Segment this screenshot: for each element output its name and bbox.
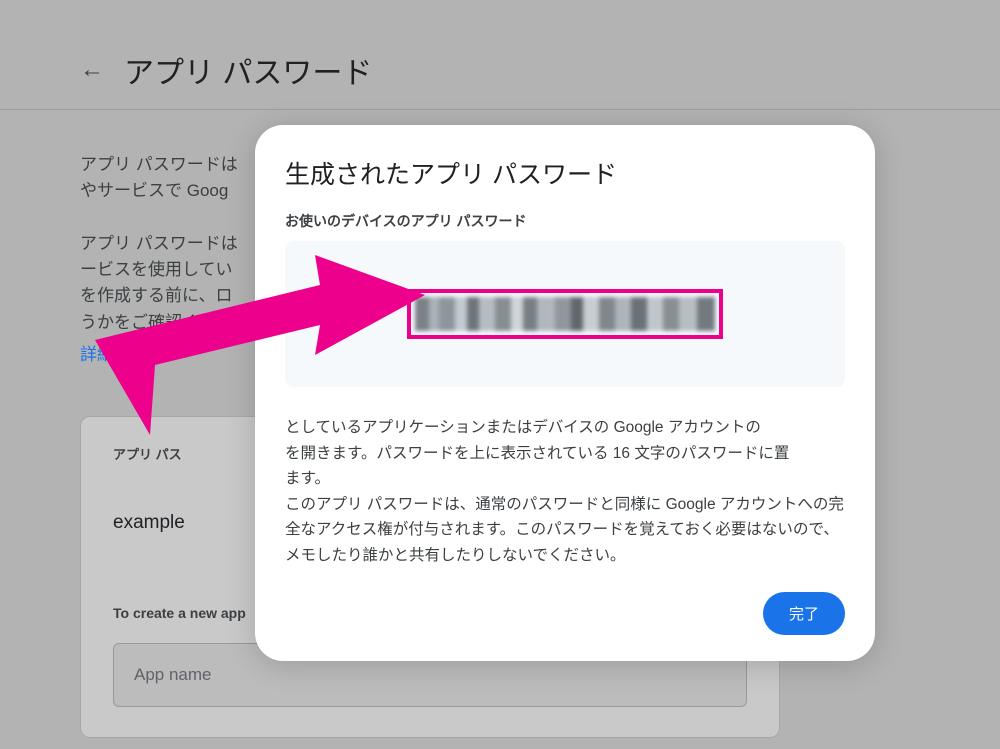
password-highlight-border	[407, 289, 723, 339]
done-button[interactable]: 完了	[763, 592, 845, 635]
obscured-password	[415, 297, 715, 331]
modal-subtitle: お使いのデバイスのアプリ パスワード	[285, 211, 845, 231]
header-divider	[0, 109, 1000, 110]
generated-password-modal: 生成されたアプリ パスワード お使いのデバイスのアプリ パスワード としているア…	[255, 125, 875, 661]
text-line: ービスを使用してい	[80, 260, 233, 279]
text-line: アプリ パスワードは	[80, 155, 238, 174]
modal-footer: 完了	[285, 592, 845, 635]
page-title: アプリ パスワード	[124, 48, 372, 92]
text-line: うかをご確認くださ	[80, 313, 233, 332]
text-line: やサービスで Goog	[80, 181, 228, 200]
page-header: ← アプリ パスワード	[80, 48, 920, 110]
text-line: アプリ パスワードは	[80, 234, 238, 253]
modal-title: 生成されたアプリ パスワード	[285, 155, 845, 191]
details-link[interactable]: 詳細	[80, 345, 114, 364]
password-display-box	[285, 241, 845, 387]
text-line: を作成する前に、ロ	[80, 286, 233, 305]
back-arrow-icon[interactable]: ←	[80, 56, 104, 84]
modal-body-text: としているアプリケーションまたはデバイスの Google アカウントの を開きま…	[285, 415, 845, 568]
input-placeholder: App name	[134, 665, 212, 684]
